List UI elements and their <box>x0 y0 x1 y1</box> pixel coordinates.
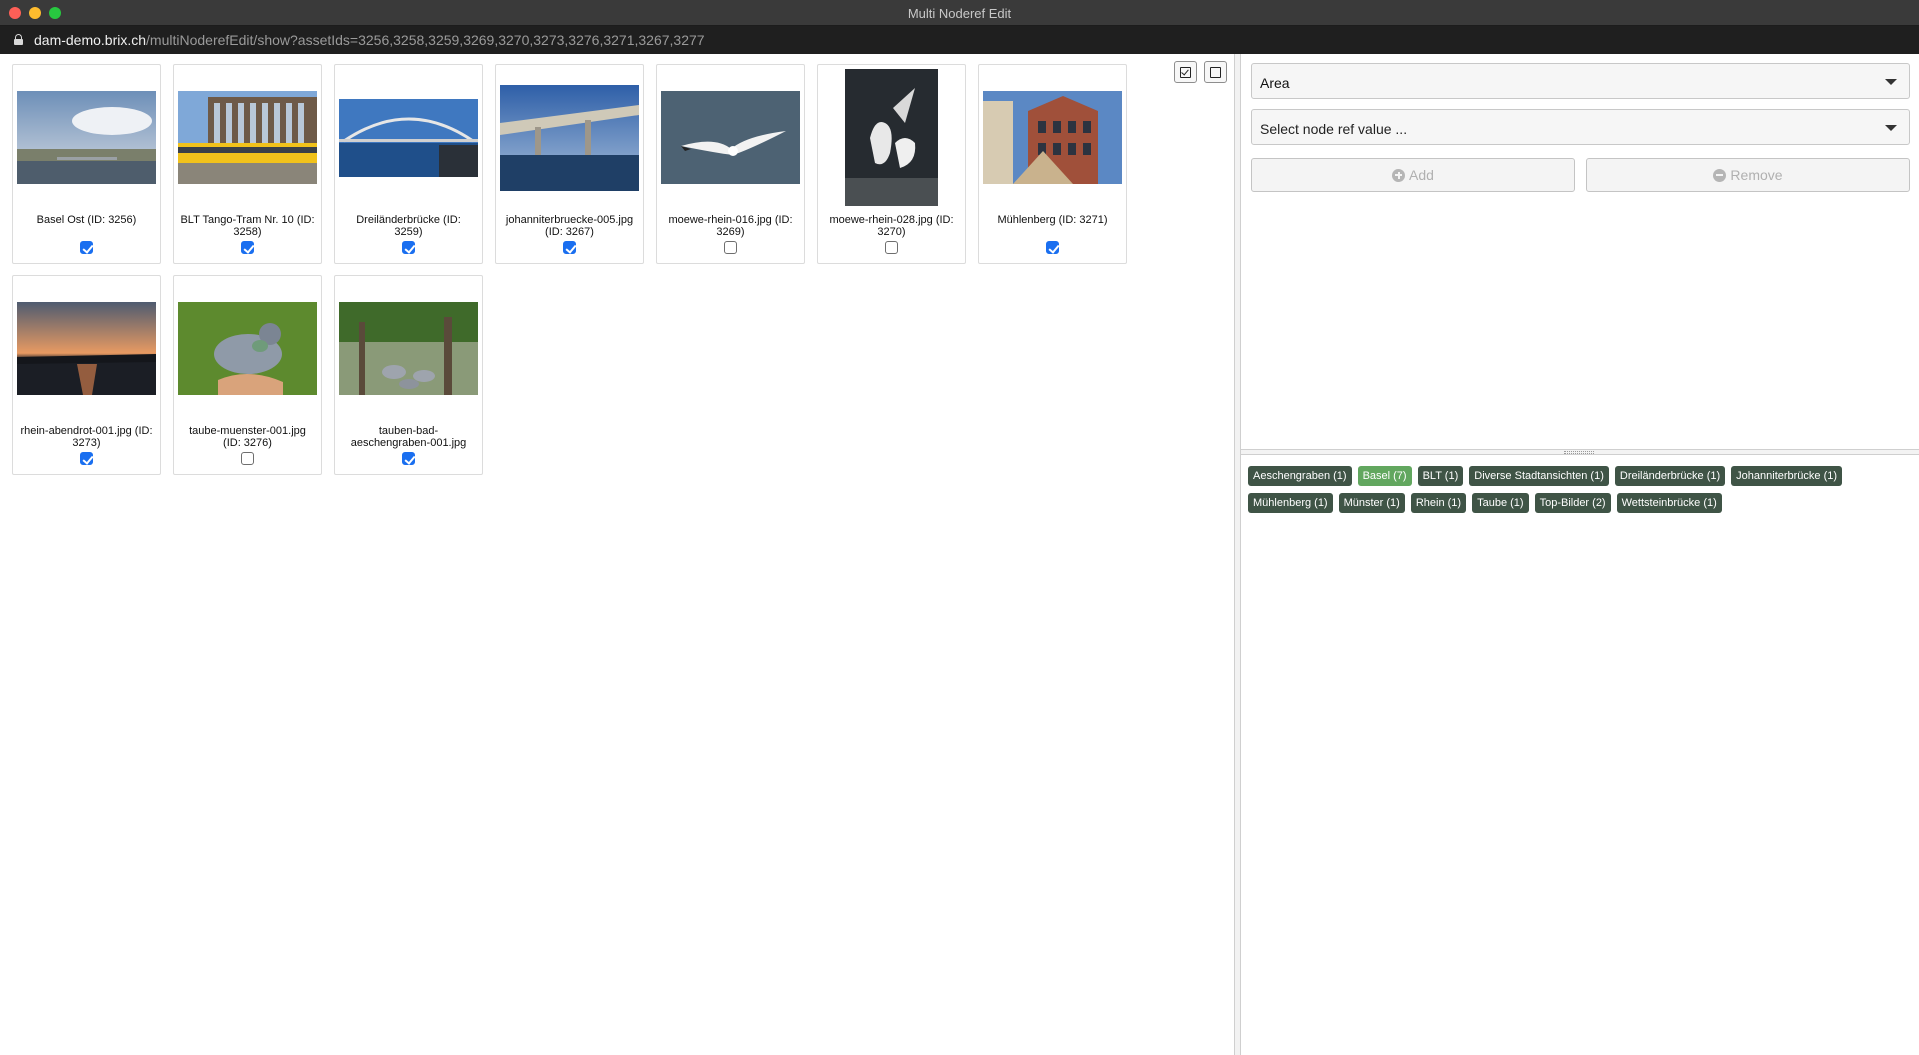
asset-card[interactable]: tauben-bad-aeschengraben-001.jpg <box>334 275 483 475</box>
asset-card[interactable]: Basel Ost (ID: 3256) <box>12 64 161 264</box>
asset-checkbox[interactable] <box>80 452 93 465</box>
asset-caption: BLT Tango-Tram Nr. 10 (ID: 3258) <box>180 214 315 238</box>
field-select[interactable]: Area <box>1251 63 1910 99</box>
asset-checkbox[interactable] <box>402 452 415 465</box>
url-text[interactable]: dam-demo.brix.ch/multiNoderefEdit/show?a… <box>34 32 705 48</box>
asset-thumbnail[interactable] <box>661 69 800 206</box>
asset-thumbnail[interactable] <box>178 69 317 206</box>
tag-chip[interactable]: Aeschengraben (1) <box>1248 466 1352 486</box>
asset-card[interactable]: Dreiländerbrücke (ID: 3259) <box>334 64 483 264</box>
address-bar[interactable]: dam-demo.brix.ch/multiNoderefEdit/show?a… <box>0 26 1919 54</box>
url-host: dam-demo.brix.ch <box>34 32 147 48</box>
tag-chip[interactable]: BLT (1) <box>1417 466 1464 486</box>
tag-chip[interactable]: Dreiländerbrücke (1) <box>1614 466 1726 486</box>
asset-thumbnail[interactable] <box>500 69 639 206</box>
asset-checkbox[interactable] <box>724 241 737 254</box>
tag-chip[interactable]: Wettsteinbrücke (1) <box>1616 493 1722 513</box>
asset-card[interactable]: moewe-rhein-028.jpg (ID: 3270) <box>817 64 966 264</box>
asset-caption: Mühlenberg (ID: 3271) <box>997 214 1108 226</box>
asset-pane: Basel Ost (ID: 3256) BLT Tango-Tram Nr. 1… <box>0 54 1234 1055</box>
tag-chip[interactable]: Münster (1) <box>1338 493 1405 513</box>
plus-circle-icon <box>1392 168 1406 182</box>
lock-icon <box>14 34 23 45</box>
tag-chip[interactable]: Diverse Stadtansichten (1) <box>1469 466 1609 486</box>
asset-thumbnail[interactable] <box>822 69 961 206</box>
tag-chip[interactable]: Taube (1) <box>1472 493 1529 513</box>
asset-card[interactable]: rhein-abendrot-001.jpg (ID: 3273) <box>12 275 161 475</box>
asset-caption: Dreiländerbrücke (ID: 3259) <box>356 214 461 238</box>
remove-button[interactable]: Remove <box>1586 158 1910 192</box>
tag-chip[interactable]: Mühlenberg (1) <box>1248 493 1333 513</box>
asset-thumbnail[interactable] <box>178 280 317 417</box>
asset-caption: Basel Ost (ID: 3256) <box>36 214 137 226</box>
asset-caption: tauben-bad-aeschengraben-001.jpg <box>350 425 467 449</box>
asset-card[interactable]: taube-muenster-001.jpg (ID: 3276) <box>173 275 322 475</box>
asset-caption: moewe-rhein-016.jpg (ID: 3269) <box>668 214 793 238</box>
asset-card[interactable]: moewe-rhein-016.jpg (ID: 3269) <box>656 64 805 264</box>
node-ref-value-placeholder: Select node ref value ... <box>1260 121 1408 137</box>
asset-caption: taube-muenster-001.jpg (ID: 3276) <box>189 425 306 449</box>
editor-pane: Area Select node ref value ... Add Remov… <box>1241 54 1919 1055</box>
pane-splitter[interactable] <box>1234 54 1241 1055</box>
grip-handle-icon[interactable] <box>1564 451 1594 454</box>
asset-checkbox[interactable] <box>241 452 254 465</box>
asset-caption: rhein-abendrot-001.jpg (ID: 3273) <box>20 425 153 449</box>
remove-button-label: Remove <box>1730 167 1783 183</box>
chevron-down-icon <box>1885 79 1897 85</box>
asset-thumbnail[interactable] <box>17 69 156 206</box>
horizontal-splitter[interactable] <box>1241 449 1919 455</box>
asset-thumbnail[interactable] <box>17 280 156 417</box>
tag-chip[interactable]: Rhein (1) <box>1410 493 1467 513</box>
select-all-button[interactable] <box>1174 61 1197 83</box>
tag-chip[interactable]: Top-Bilder (2) <box>1534 493 1611 513</box>
add-button[interactable]: Add <box>1251 158 1575 192</box>
asset-caption: johanniterbruecke-005.jpg (ID: 3267) <box>505 214 634 238</box>
asset-checkbox[interactable] <box>563 241 576 254</box>
chevron-down-icon <box>1885 125 1897 131</box>
page-content: Basel Ost (ID: 3256) BLT Tango-Tram Nr. 1… <box>0 54 1919 1055</box>
field-select-value: Area <box>1260 75 1290 91</box>
asset-checkbox[interactable] <box>80 241 93 254</box>
asset-thumbnail[interactable] <box>339 69 478 206</box>
asset-checkbox[interactable] <box>885 241 898 254</box>
node-ref-value-select[interactable]: Select node ref value ... <box>1251 109 1910 145</box>
window-title-bar: Multi Noderef Edit <box>0 0 1919 26</box>
asset-card[interactable]: BLT Tango-Tram Nr. 10 (ID: 3258) <box>173 64 322 264</box>
asset-checkbox[interactable] <box>241 241 254 254</box>
checked-square-icon <box>1180 66 1191 78</box>
tag-chip[interactable]: Johanniterbrücke (1) <box>1731 466 1843 486</box>
asset-checkbox[interactable] <box>1046 241 1059 254</box>
asset-card[interactable]: Mühlenberg (ID: 3271) <box>978 64 1127 264</box>
asset-caption: moewe-rhein-028.jpg (ID: 3270) <box>829 214 954 238</box>
asset-grid: Basel Ost (ID: 3256) BLT Tango-Tram Nr. 1… <box>12 64 1142 475</box>
window-title: Multi Noderef Edit <box>907 6 1012 21</box>
add-button-label: Add <box>1409 167 1434 183</box>
asset-card[interactable]: johanniterbruecke-005.jpg (ID: 3267) <box>495 64 644 264</box>
tag-chip[interactable]: Basel (7) <box>1357 466 1412 486</box>
deselect-all-button[interactable] <box>1204 61 1227 83</box>
minus-circle-icon <box>1713 168 1727 182</box>
asset-checkbox[interactable] <box>402 241 415 254</box>
empty-square-icon <box>1210 66 1221 78</box>
url-path: /multiNoderefEdit/show?assetIds=3256,325… <box>146 32 705 48</box>
asset-thumbnail[interactable] <box>983 69 1122 206</box>
tag-cloud: Aeschengraben (1) Basel (7) BLT (1) Diverse… <box>1248 466 1912 513</box>
asset-thumbnail[interactable] <box>339 280 478 417</box>
